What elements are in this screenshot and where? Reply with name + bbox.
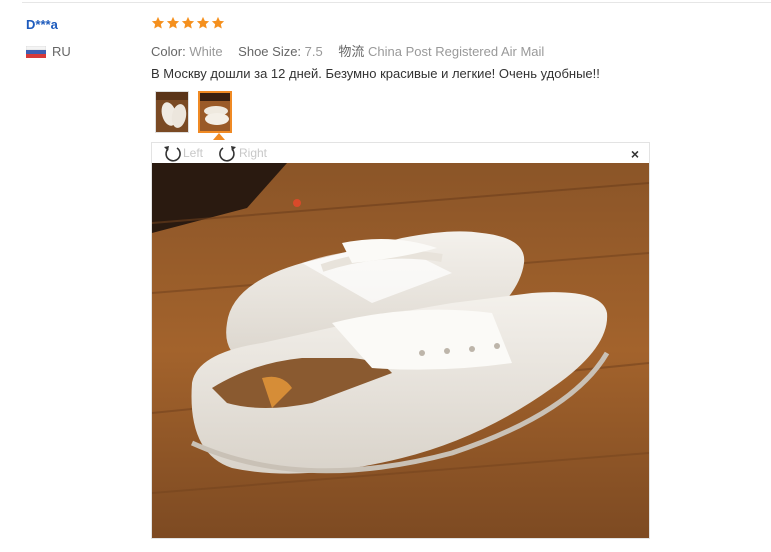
review-photo-thumbnail[interactable] bbox=[155, 91, 189, 133]
review-photo-thumbnail-selected[interactable] bbox=[198, 91, 232, 133]
star-icon bbox=[211, 16, 225, 29]
attr-size-key: Shoe Size: bbox=[238, 44, 302, 59]
shoes-photo-thumbnail-image bbox=[200, 93, 230, 131]
star-icon bbox=[196, 16, 210, 29]
close-viewer-button[interactable]: × bbox=[631, 146, 639, 162]
attr-size-value: 7.5 bbox=[304, 44, 323, 59]
rotate-left-button[interactable]: Left bbox=[162, 143, 203, 163]
attr-color-key: Color: bbox=[151, 44, 186, 59]
star-icon bbox=[181, 16, 195, 29]
rotate-right-label: Right bbox=[239, 146, 268, 160]
rotate-right-icon bbox=[219, 146, 236, 162]
attr-shipping-value: China Post Registered Air Mail bbox=[368, 44, 545, 59]
russia-flag-icon bbox=[26, 46, 46, 58]
attr-shipping-key: 物流 bbox=[338, 44, 365, 59]
divider bbox=[22, 2, 771, 3]
shoes-photo-thumbnail-image bbox=[156, 92, 188, 132]
star-icon bbox=[166, 16, 180, 29]
reviewer-name[interactable]: D***a bbox=[26, 17, 58, 32]
rating-stars bbox=[151, 16, 225, 30]
rotate-left-label: Left bbox=[183, 146, 204, 160]
attr-color-value: White bbox=[189, 44, 223, 59]
star-icon bbox=[151, 16, 165, 29]
rotate-left-icon bbox=[164, 146, 181, 162]
rotate-right-button[interactable]: Right bbox=[218, 143, 267, 163]
photo-viewer: Left Right × bbox=[151, 142, 650, 539]
shoes-photo bbox=[152, 163, 649, 538]
reviewer-country: RU bbox=[52, 44, 71, 59]
photo-viewer-toolbar: Left Right × bbox=[152, 143, 649, 163]
review-text: В Москву дошли за 12 дней. Безумно краси… bbox=[151, 66, 600, 81]
order-attributes: Color: White Shoe Size: 7.5 物流 China Pos… bbox=[151, 41, 556, 60]
selected-thumbnail-pointer bbox=[213, 133, 225, 140]
